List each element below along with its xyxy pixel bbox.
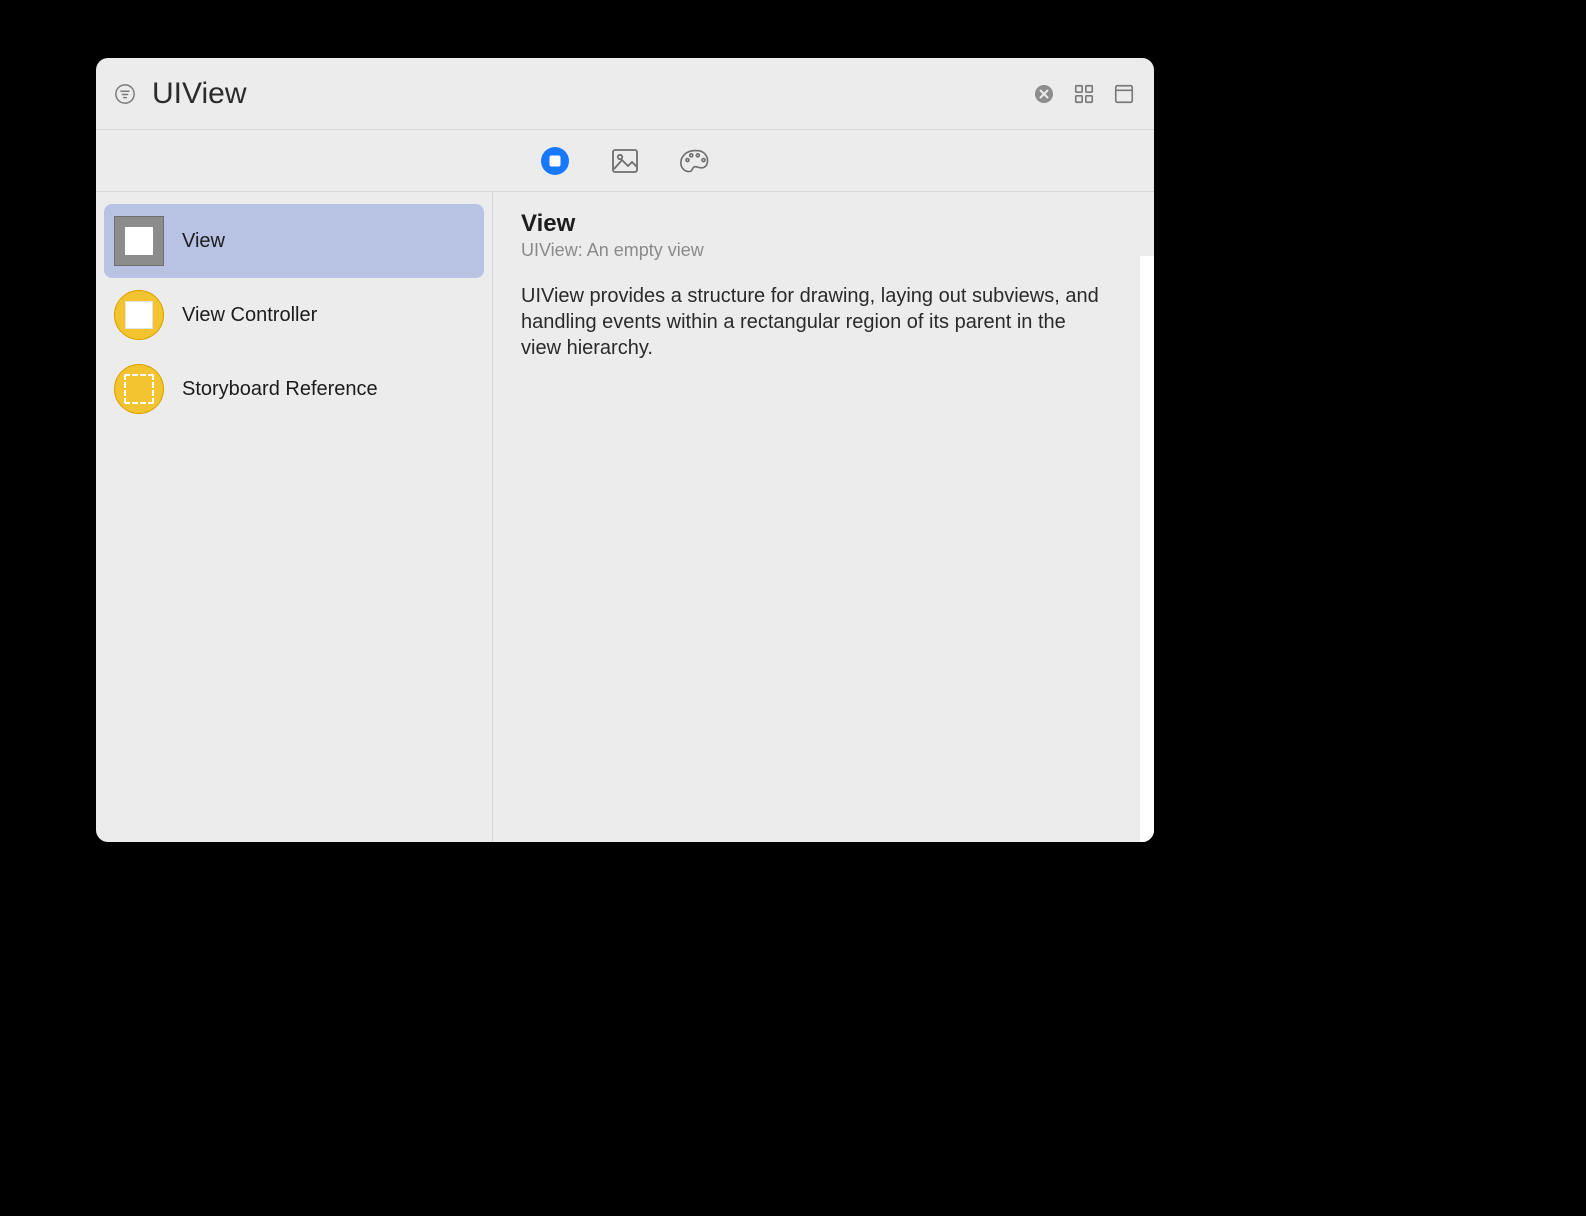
body: View View Controller Storyboard Referenc… (96, 192, 1154, 842)
detail-subtitle: UIView: An empty view (521, 240, 1126, 261)
clear-search-button[interactable] (1032, 82, 1056, 106)
scroll-track (1140, 256, 1154, 842)
detail-title: View (521, 210, 1126, 238)
list-item-label: View Controller (182, 304, 317, 327)
grid-view-button[interactable] (1072, 82, 1096, 106)
results-list: View View Controller Storyboard Referenc… (96, 192, 492, 842)
list-item-label: Storyboard Reference (182, 378, 378, 401)
search-input[interactable] (152, 77, 1032, 111)
topbar (96, 58, 1154, 130)
view-icon (114, 216, 164, 266)
filter-button[interactable] (112, 81, 138, 107)
tab-media[interactable] (608, 144, 642, 178)
detail-toggle-button[interactable] (1112, 82, 1136, 106)
topbar-right (1032, 82, 1136, 106)
list-item[interactable]: View Controller (104, 278, 484, 352)
list-item[interactable]: View (104, 204, 484, 278)
search-field-wrap (152, 74, 1032, 114)
category-tabs (96, 130, 1154, 192)
list-item-label: View (182, 230, 225, 253)
list-item[interactable]: Storyboard Reference (104, 352, 484, 426)
detail-pane: View UIView: An empty view UIView provid… (493, 192, 1154, 842)
view-controller-icon (114, 290, 164, 340)
tab-color[interactable] (678, 144, 712, 178)
library-window: View View Controller Storyboard Referenc… (96, 58, 1154, 842)
detail-description: UIView provides a structure for drawing,… (521, 283, 1101, 361)
tab-objects[interactable] (538, 144, 572, 178)
storyboard-reference-icon (114, 364, 164, 414)
